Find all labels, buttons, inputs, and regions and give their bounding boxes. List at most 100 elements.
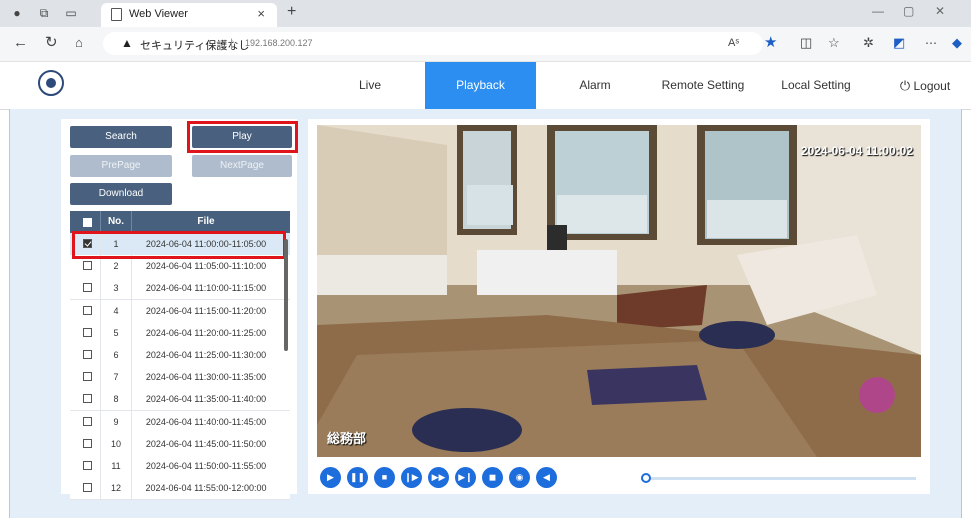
header-no: No. [100,211,132,233]
row-checkbox[interactable] [83,283,92,293]
app-logo [38,70,64,96]
browser-tab-bar: ● ⧉ ▭ Web Viewer × + — ▢ ✕ [0,0,971,27]
audio-icon[interactable]: ◀ [536,467,557,488]
logout-button[interactable]: ⏻ Logout [885,62,965,109]
row-no: 11 [100,455,132,477]
copilot-icon[interactable]: ◆ [952,35,962,51]
row-checkbox[interactable] [83,350,92,359]
snapshot-icon[interactable]: ◉ [509,467,530,488]
read-aloud-icon[interactable]: Aˢ [728,35,739,51]
fast-icon[interactable]: ▶▶ [428,467,449,488]
prepage-button[interactable]: PrePage [70,155,172,177]
row-checkbox[interactable] [83,372,92,382]
back-icon[interactable]: ← [13,35,28,51]
nav-live[interactable]: Live [345,62,395,109]
warning-icon[interactable]: ▲ [121,36,133,50]
record-icon[interactable]: ◼ [482,467,503,488]
row-checkbox[interactable] [83,305,92,315]
table-row[interactable]: 10 2024-06-04 11:45:00-11:50:00 [70,432,290,456]
step-icon[interactable]: ▶❙ [455,467,476,488]
favorites-icon[interactable]: ☆ [828,35,840,51]
table-row[interactable]: 5 2024-06-04 11:20:00-11:25:00 [70,321,290,345]
row-checkbox[interactable] [83,416,92,426]
page-icon [111,8,122,21]
row-no: 9 [100,410,132,433]
new-tab-icon[interactable]: + [287,3,296,21]
table-row[interactable]: 11 2024-06-04 11:50:00-11:55:00 [70,455,290,478]
slow-icon[interactable]: ❙▶ [401,467,422,488]
video-frame[interactable]: 2024-06-04 11:00:02 総務部 [317,125,921,457]
home-icon[interactable]: ⌂ [75,35,83,51]
row-no: 6 [100,344,132,366]
nav-local-setting[interactable]: Local Setting [768,62,864,109]
pause-icon[interactable]: ❚❚ [347,467,368,488]
search-button[interactable]: Search [70,126,172,148]
scrollbar-thumb[interactable] [284,239,288,351]
row-no: 8 [100,388,132,411]
row-no: 12 [100,477,132,500]
extensions-icon[interactable]: ✲ [863,35,874,51]
favorite-star-icon[interactable]: ★ [764,35,777,51]
tab-title: Web Viewer [129,8,188,20]
profile-icon[interactable]: ● [10,6,24,20]
browser-tab[interactable]: Web Viewer × [101,3,277,27]
refresh-icon[interactable]: ↻ [45,35,58,51]
play-highlight [187,121,298,153]
tab-close-icon[interactable]: × [257,6,265,21]
stop-icon[interactable]: ■ [374,467,395,488]
close-window-icon[interactable]: ✕ [935,4,945,18]
download-button[interactable]: Download [70,183,172,205]
row-no: 5 [100,321,132,344]
table-row[interactable]: 3 2024-06-04 11:10:00-11:15:00 [70,277,290,301]
row-checkbox[interactable] [83,327,92,337]
nav-playback[interactable]: Playback [425,62,536,109]
table-row[interactable]: 4 2024-06-04 11:15:00-11:20:00 [70,299,290,323]
nav-remote-setting[interactable]: Remote Setting [650,62,756,109]
address-bar-row: ← ↻ ⌂ ▲ セキュリティ保護なし | 192.168.200.127 Aˢ … [0,27,971,62]
row-checkbox[interactable] [83,261,92,271]
table-row[interactable]: 8 2024-06-04 11:35:00-11:40:00 [70,388,290,412]
slider-knob[interactable] [641,473,651,483]
collections-icon[interactable]: ◩ [893,35,905,51]
row-no: 7 [100,366,132,389]
table-row[interactable]: 12 2024-06-04 11:55:00-12:00:00 [70,477,290,501]
row-checkbox[interactable] [83,438,92,448]
row-file: 2024-06-04 11:10:00-11:15:00 [145,283,267,294]
row-checkbox[interactable] [83,461,92,470]
nextpage-button[interactable]: NextPage [192,155,292,177]
table-scrollbar[interactable] [284,235,289,483]
minimize-icon[interactable]: — [872,4,884,18]
row-file: 2024-06-04 11:45:00-11:50:00 [145,438,267,449]
row-file: 2024-06-04 11:40:00-11:45:00 [145,416,267,427]
row-checkbox[interactable] [83,483,92,493]
playback-slider[interactable] [641,473,916,483]
row-file: 2024-06-04 11:55:00-12:00:00 [145,483,267,494]
row-file: 2024-06-04 11:20:00-11:25:00 [145,327,267,338]
select-all-checkbox[interactable] [83,218,92,227]
row-no: 4 [100,299,132,322]
office-scene-image [317,125,921,457]
row-no: 10 [100,432,132,455]
table-row[interactable]: 7 2024-06-04 11:30:00-11:35:00 [70,366,290,390]
camera-name: 総務部 [327,431,367,446]
row-file: 2024-06-04 11:30:00-11:35:00 [145,372,267,383]
url-field[interactable]: ▲ セキュリティ保護なし | 192.168.200.127 [103,32,763,55]
workspaces-icon[interactable]: ⧉ [37,6,51,20]
more-icon[interactable]: ⋯ [925,35,937,51]
url-host: 192.168.200.127 [245,38,313,48]
row-no: 3 [100,277,132,300]
tab-actions-icon[interactable]: ▭ [64,6,78,20]
logout-label: Logout [913,79,951,93]
table-row[interactable]: 9 2024-06-04 11:40:00-11:45:00 [70,410,290,434]
nav-alarm[interactable]: Alarm [565,62,625,109]
url-separator: | [230,36,234,50]
row-file: 2024-06-04 11:35:00-11:40:00 [145,394,267,405]
restore-icon[interactable]: ▢ [903,4,914,18]
row-file: 2024-06-04 11:50:00-11:55:00 [145,461,267,471]
row-checkbox[interactable] [83,394,92,404]
play-icon[interactable]: ▶ [320,467,341,488]
table-row[interactable]: 6 2024-06-04 11:25:00-11:30:00 [70,344,290,367]
power-icon: ⏻ [899,78,911,93]
split-screen-icon[interactable]: ◫ [800,35,812,51]
header-file: File [197,216,215,227]
